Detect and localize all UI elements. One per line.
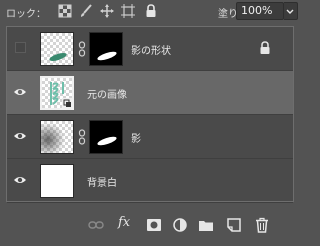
layer-row-shadow[interactable]: 影 [7,115,293,159]
lock-artboard-icon[interactable] [121,4,135,18]
fill-opacity-input[interactable]: 100% [236,2,284,20]
visibility-toggle-off[interactable] [15,42,26,53]
eye-icon[interactable] [13,173,27,187]
lock-image-pixels-icon[interactable] [79,4,93,18]
shadow-blur-preview [41,121,73,153]
link-layers-icon[interactable] [88,217,104,233]
layer-thumbnail[interactable] [40,164,74,198]
smart-object-thumbnail[interactable] [40,76,74,110]
layer-mask-thumbnail[interactable] [89,32,123,66]
fill-dropdown-button[interactable] [284,2,298,20]
layer-mask-thumbnail[interactable] [89,120,123,154]
eye-icon[interactable] [13,129,27,143]
layers-options-bar: ロック： 塗り： 100% [0,0,300,24]
lock-all-icon[interactable] [144,4,158,18]
mask-shape-preview [97,51,117,61]
lock-label: ロック： [6,9,46,20]
trash-icon[interactable] [254,217,270,233]
layer-lock-icon [260,41,270,54]
new-layer-icon[interactable] [226,217,242,233]
layer-name: 影 [131,134,141,145]
layer-name: 影の形状 [131,46,171,57]
lock-transparent-pixels-icon[interactable] [58,4,72,18]
chevron-down-icon [286,9,294,14]
layer-thumbnail[interactable] [40,120,74,154]
layer-row-original-image[interactable]: 元の画像 [7,71,293,115]
add-layer-style-button[interactable]: fx [118,215,138,231]
layer-thumbnail[interactable] [40,32,74,66]
eye-icon[interactable] [13,85,27,99]
layer-name: 背景白 [87,178,117,189]
add-mask-icon[interactable] [146,217,162,233]
layers-list: 影の形状 元の画像 影 背景白 [6,26,294,203]
shadow-shape-preview [49,53,67,61]
layer-row-shadow-shape[interactable]: 影の形状 [7,27,293,71]
link-chain-icon[interactable] [78,41,86,57]
layers-panel-footer: fx [0,205,300,246]
folder-icon[interactable] [198,217,214,233]
layer-name: 元の画像 [87,90,127,101]
layer-row-background-white[interactable]: 背景白 [7,159,293,203]
lock-position-icon[interactable] [100,4,114,18]
link-chain-icon[interactable] [78,129,86,145]
mask-shape-preview [97,136,117,146]
adjustment-layer-icon[interactable] [172,217,188,233]
smart-object-badge-icon [62,98,72,108]
